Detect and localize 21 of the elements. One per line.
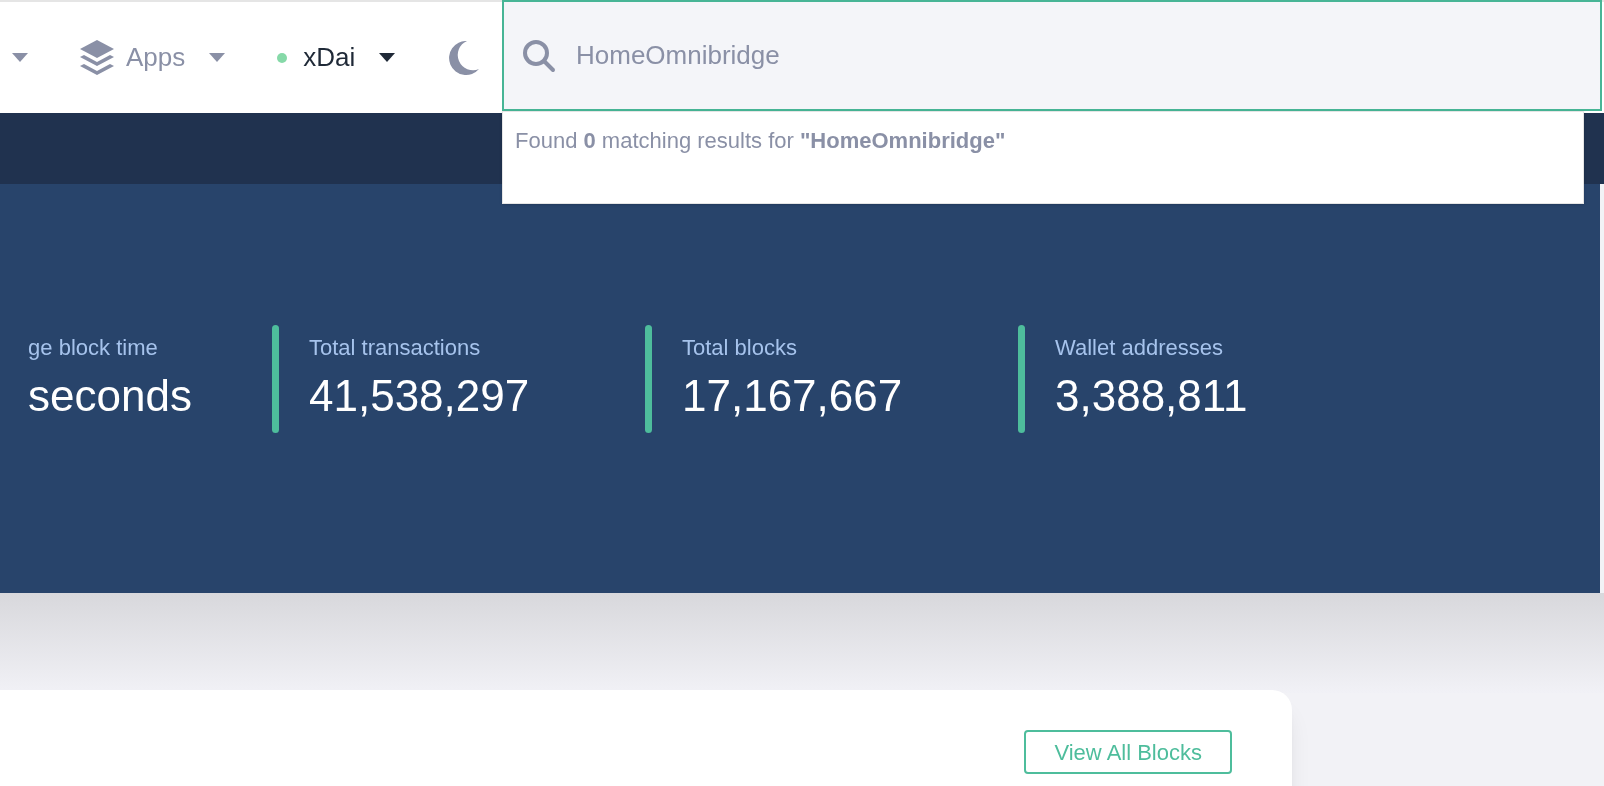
layers-icon <box>80 39 114 76</box>
stat-label: Total blocks <box>682 333 798 362</box>
stat-label: ge block time <box>28 333 159 362</box>
stat-value: 17,167,667 <box>682 373 903 418</box>
stat-value: 3,388,811 <box>1055 373 1248 418</box>
dropdown-button[interactable] <box>12 53 28 62</box>
search-icon <box>522 38 556 73</box>
moon-icon <box>447 40 480 75</box>
caret-icon <box>12 53 28 62</box>
search-result-message: Found 0 matching results for "HomeOmnibridge" <box>515 128 1006 153</box>
stat-label: Total transactions <box>309 333 482 362</box>
caret-icon <box>209 53 226 62</box>
search-field[interactable]: HomeOmnibridge <box>502 0 1602 111</box>
caret-icon <box>379 53 396 62</box>
stat-value: 41,538,297 <box>309 373 530 418</box>
stat-value: seconds <box>28 373 192 418</box>
theme-toggle-button[interactable] <box>447 40 480 75</box>
apps-menu-button[interactable]: Apps <box>80 38 226 77</box>
view-all-blocks-button[interactable]: View All Blocks <box>1024 730 1232 774</box>
stat-label: Wallet addresses <box>1055 333 1224 362</box>
network-selector[interactable]: xDai <box>277 38 396 77</box>
